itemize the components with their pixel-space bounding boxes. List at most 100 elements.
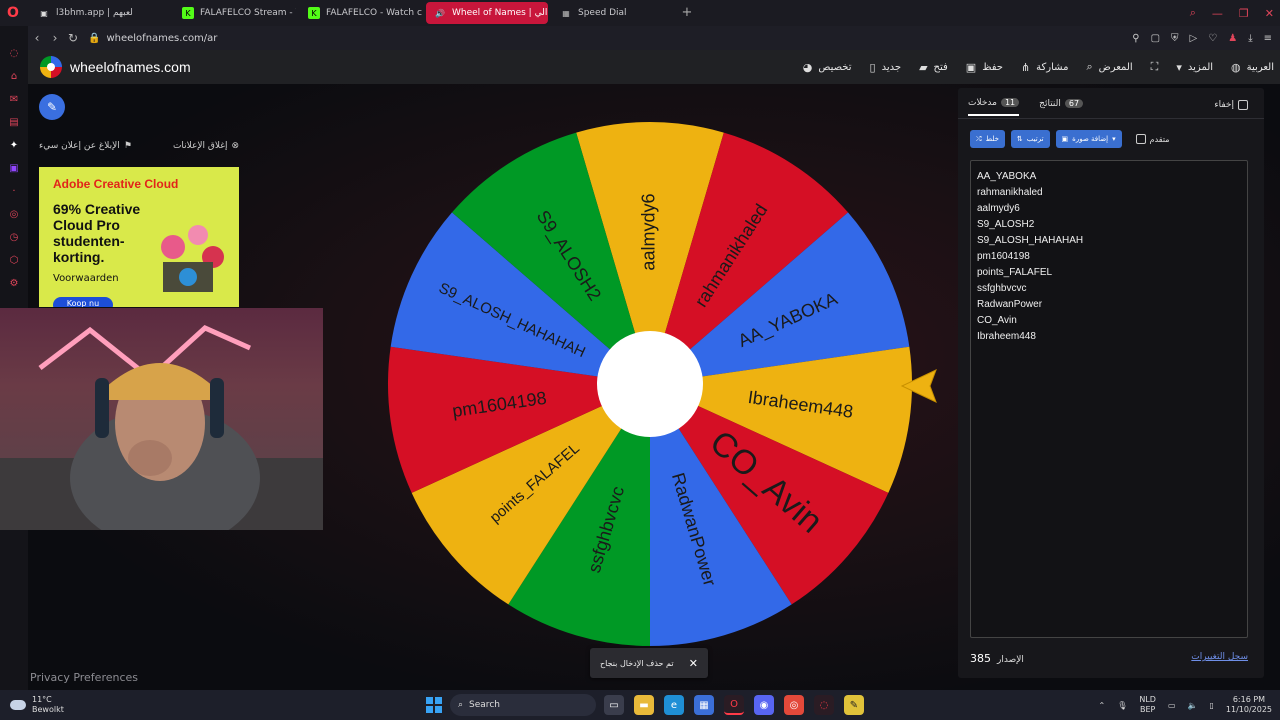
hide-toggle[interactable]: إخفاء bbox=[1214, 100, 1248, 110]
edit-pencil-button[interactable]: ✎ bbox=[39, 94, 65, 120]
download-icon[interactable]: ⤓ bbox=[1248, 33, 1252, 44]
share-label: مشاركة bbox=[1036, 61, 1069, 73]
url-field[interactable]: 🔒 wheelofnames.com/ar bbox=[88, 33, 217, 44]
wheel-segment-label: aalmydy6 bbox=[639, 194, 659, 271]
tab-entries[interactable]: مدخلات 11 bbox=[968, 96, 1020, 116]
close-window-icon[interactable]: ✕ bbox=[1265, 7, 1274, 20]
ad-cta-button[interactable]: Koop nu bbox=[53, 297, 113, 307]
tab-falafelco-clips[interactable]: K FALAFELCO - Watch clip bbox=[300, 2, 422, 24]
save-button[interactable]: ▣ حفظ bbox=[966, 61, 1003, 74]
discord-icon[interactable]: ◉ bbox=[754, 695, 774, 715]
pencil-icon: ✎ bbox=[46, 100, 58, 114]
entries-count-badge: 11 bbox=[1000, 98, 1020, 107]
entry-line: Ibraheem448 bbox=[977, 331, 1036, 342]
entry-line: aalmydy6 bbox=[977, 203, 1020, 214]
new-tab-button[interactable]: + bbox=[680, 6, 694, 20]
heart-icon[interactable]: ♡ bbox=[1208, 33, 1217, 44]
windows-start-icon[interactable] bbox=[426, 697, 442, 713]
search-tabs-icon[interactable]: ⌕ bbox=[1190, 6, 1196, 20]
sidebar-settings-icon[interactable]: ⚙ bbox=[8, 278, 20, 290]
sidebar-bag-icon[interactable]: ⌂ bbox=[8, 71, 20, 83]
open-button[interactable]: ▰ فتح bbox=[919, 61, 948, 74]
lang-code: NLD bbox=[1139, 695, 1156, 704]
tab-wheel-of-names[interactable]: 🔊 Wheel of Names | الي bbox=[426, 2, 548, 24]
reload-icon[interactable]: ↻ bbox=[64, 31, 82, 45]
chevron-down-icon: ▾ bbox=[1176, 60, 1182, 74]
maximize-icon[interactable]: ❐ bbox=[1239, 7, 1249, 20]
wheel-container[interactable]: aalmydy6 rahmanikhaled AA_YABOKA Ibraheem44… bbox=[386, 120, 914, 648]
toast-close-button[interactable]: ✕ bbox=[689, 657, 698, 670]
sidebar-pinboard-icon[interactable]: ▤ bbox=[8, 117, 20, 129]
results-tab-label: النتائج bbox=[1039, 98, 1061, 109]
tab-results[interactable]: النتائج 67 bbox=[1039, 96, 1084, 116]
chevron-up-icon[interactable]: ⌃ bbox=[1098, 701, 1105, 710]
tab-l3bhm[interactable]: ▣ l3bhm.app | لعبهم bbox=[30, 2, 170, 24]
opera-gx-icon[interactable]: ◌ bbox=[814, 695, 834, 715]
minimize-icon[interactable]: — bbox=[1212, 7, 1223, 20]
ad-terms: Voorwaarden bbox=[53, 273, 119, 284]
task-view-icon[interactable]: ▭ bbox=[604, 695, 624, 715]
shuffle-button[interactable]: ⤮ خلط bbox=[970, 130, 1005, 148]
customize-button[interactable]: ◕ تخصيص bbox=[803, 61, 852, 74]
opera-logo-icon[interactable]: O bbox=[0, 0, 26, 26]
pin-icon[interactable]: ⚲ bbox=[1132, 33, 1139, 44]
edge-icon[interactable]: e bbox=[664, 695, 684, 715]
add-image-button[interactable]: ▣ إضافة صورة ▾ bbox=[1055, 130, 1122, 148]
sort-button[interactable]: ⇅ ترتيب bbox=[1010, 130, 1050, 148]
wheel[interactable]: aalmydy6 rahmanikhaledAA_YABOKAIbraheem44… bbox=[386, 120, 914, 648]
customize-label: تخصيص bbox=[818, 61, 852, 73]
clock[interactable]: 6:16 PM 11/10/2025 bbox=[1226, 695, 1272, 715]
hide-checkbox[interactable] bbox=[1238, 100, 1248, 110]
battery-icon[interactable]: ▯ bbox=[1209, 701, 1213, 710]
sidebar-messenger-icon[interactable]: ✉ bbox=[8, 94, 20, 106]
speaker-icon[interactable]: 🔊 bbox=[434, 7, 446, 19]
chrome-icon[interactable]: ◎ bbox=[784, 695, 804, 715]
language-button[interactable]: ◍ العربية bbox=[1231, 61, 1274, 74]
store-icon[interactable]: ▦ bbox=[694, 695, 714, 715]
microphone-icon[interactable]: 🎙 bbox=[1117, 701, 1127, 710]
forward-icon[interactable]: › bbox=[46, 31, 64, 45]
language-indicator[interactable]: NLD BEP bbox=[1139, 695, 1156, 715]
account-icon[interactable]: ♟ bbox=[1228, 33, 1237, 44]
gallery-button[interactable]: ⌕ المعرض bbox=[1086, 60, 1132, 74]
volume-icon[interactable]: 🔈 bbox=[1188, 701, 1198, 710]
shield-icon[interactable]: ⛨ bbox=[1171, 33, 1179, 44]
entries-textarea[interactable]: AA_YABOKA rahmanikhaled aalmydy6 S9_ALOS… bbox=[970, 160, 1248, 638]
fullscreen-button[interactable]: ⛶ bbox=[1151, 60, 1159, 74]
advanced-toggle[interactable]: متقدم bbox=[1135, 134, 1170, 144]
globe-icon: ◍ bbox=[1231, 60, 1241, 74]
file-explorer-icon[interactable]: ▬ bbox=[634, 695, 654, 715]
taskbar-search-box[interactable]: ⌕ Search bbox=[450, 694, 596, 716]
sidebar-kick-icon[interactable]: ✦ bbox=[8, 140, 20, 152]
floppy-icon: ▣ bbox=[965, 60, 977, 74]
more-button[interactable]: ▾ المزيد bbox=[1176, 61, 1213, 74]
snapshot-icon[interactable]: ▢ bbox=[1151, 33, 1160, 44]
play-icon[interactable]: ▷ bbox=[1190, 33, 1198, 44]
sidebar-player-icon[interactable]: ◎ bbox=[8, 209, 20, 221]
tab-favicon-icon: ▣ bbox=[40, 8, 48, 18]
close-ads-link[interactable]: إغلاق الإعلانات ⊗ bbox=[173, 138, 239, 154]
sidebar-history-icon[interactable]: ◷ bbox=[8, 232, 20, 244]
weather-widget[interactable]: 11°C Bewolkt bbox=[10, 695, 64, 715]
sidebar-extensions-icon[interactable]: ⬡ bbox=[8, 255, 20, 267]
report-ad-link[interactable]: الإبلاغ عن إعلان سيء ⚑ bbox=[39, 138, 132, 154]
tab-speed-dial[interactable]: ▦ Speed Dial bbox=[552, 2, 674, 24]
notes-app-icon[interactable]: ✎ bbox=[844, 695, 864, 715]
tab-falafelco-stream[interactable]: K FALAFELCO Stream - Wa bbox=[174, 2, 296, 24]
new-button[interactable]: ▯ جديد bbox=[870, 61, 902, 74]
changelog-link[interactable]: سجل التغييرات bbox=[1191, 652, 1248, 665]
wheel-center-hub[interactable] bbox=[597, 331, 703, 437]
sidebar-twitch-icon[interactable]: ▣ bbox=[8, 163, 20, 175]
entry-line: RadwanPower bbox=[977, 299, 1043, 310]
menu-icon[interactable]: ≡ bbox=[1264, 33, 1272, 44]
adobe-ad-banner[interactable]: Adobe Creative Cloud 69% Creative Cloud … bbox=[39, 167, 239, 307]
brand-link[interactable]: wheelofnames.com bbox=[40, 56, 191, 78]
advanced-checkbox[interactable] bbox=[1135, 134, 1146, 144]
share-button[interactable]: ⋔ مشاركة bbox=[1021, 61, 1069, 74]
privacy-preferences-link[interactable]: Privacy Preferences bbox=[30, 671, 138, 684]
back-icon[interactable]: ‹ bbox=[28, 31, 46, 45]
opera-icon[interactable]: O bbox=[724, 695, 744, 715]
sidebar-aria-icon[interactable]: ◌ bbox=[8, 48, 20, 60]
network-icon[interactable]: ▭ bbox=[1168, 701, 1176, 710]
wheel-logo-icon bbox=[40, 56, 62, 78]
